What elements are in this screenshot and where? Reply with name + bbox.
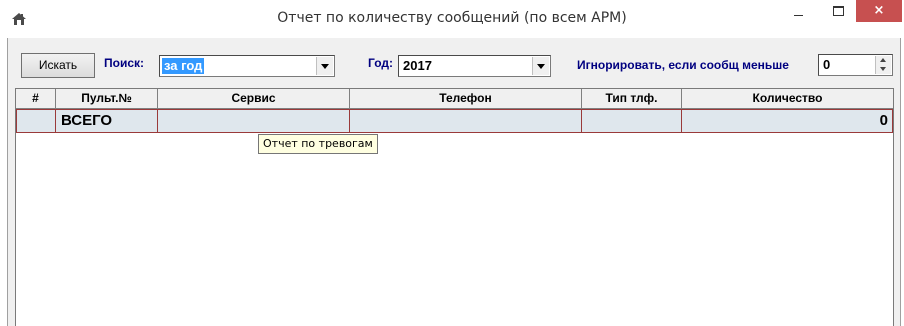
tooltip: Отчет по тревогам (258, 134, 378, 154)
column-header-phone-type[interactable]: Тип тлф. (582, 89, 682, 109)
search-mode-label: Поиск: (104, 56, 145, 70)
ignore-threshold-stepper[interactable]: 0 (818, 54, 893, 76)
column-header-count[interactable]: Количество (682, 89, 893, 109)
title-bar: Отчет по количеству сообщений (по всем А… (0, 0, 904, 38)
report-table[interactable]: # Пульт.№ Сервис Телефон Тип тлф. Количе… (15, 88, 894, 326)
maximize-button[interactable] (824, 0, 854, 24)
ignore-threshold-label: Игнорировать, если сообщ меньше (577, 58, 789, 72)
column-header-phone[interactable]: Телефон (350, 89, 582, 109)
minimize-button[interactable] (784, 0, 814, 24)
close-button[interactable]: × (856, 0, 902, 22)
table-cell-count[interactable]: 0 (682, 109, 893, 133)
column-header-panel[interactable]: Пульт.№ (56, 89, 158, 109)
table-cell-number[interactable] (16, 109, 56, 133)
search-mode-value: за год (162, 58, 205, 74)
table-cell-service[interactable] (158, 109, 350, 133)
chevron-down-icon[interactable] (316, 57, 333, 75)
year-select[interactable]: 2017 (398, 55, 551, 77)
ignore-threshold-value[interactable]: 0 (823, 57, 830, 73)
search-mode-select[interactable]: за год (159, 55, 335, 77)
year-label: Год: (368, 56, 393, 70)
table-cell-panel[interactable]: ВСЕГО (56, 109, 158, 133)
table-cell-phone-type[interactable] (582, 109, 682, 133)
column-header-number[interactable]: # (16, 89, 56, 109)
window-title: Отчет по количеству сообщений (по всем А… (277, 10, 627, 26)
table-cell-phone[interactable] (350, 109, 582, 133)
chevron-down-icon[interactable] (532, 57, 549, 75)
year-value: 2017 (403, 58, 432, 73)
spin-up-icon[interactable] (875, 56, 891, 65)
search-button[interactable]: Искать (21, 53, 95, 78)
spin-down-icon[interactable] (875, 65, 891, 74)
column-header-service[interactable]: Сервис (158, 89, 350, 109)
